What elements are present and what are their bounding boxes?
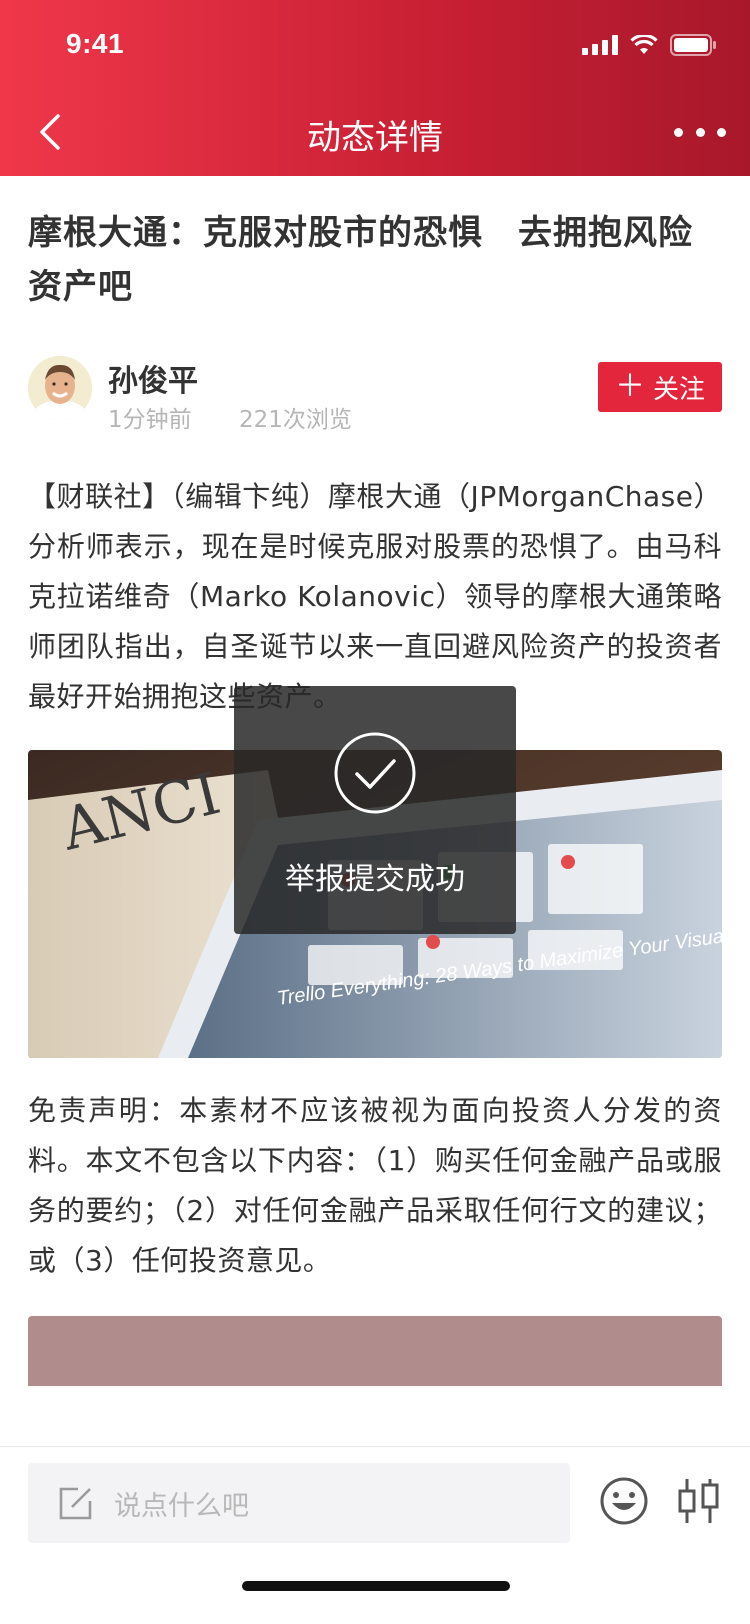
follow-button[interactable]: ＋ 关注: [598, 362, 722, 412]
home-indicator: [242, 1581, 510, 1591]
follow-label: 关注: [652, 374, 705, 405]
bottom-bar: 说点什么吧: [0, 1446, 750, 1624]
article-title: 摩根大通：克服对股市的恐惧 去拥抱风险资产吧: [28, 213, 693, 307]
page-title: 动态详情: [307, 118, 443, 158]
toast-report-success: 举报提交成功: [234, 686, 516, 934]
nav-bar: 动态详情: [0, 88, 750, 176]
status-time: 9:41: [66, 28, 125, 59]
avatar-image: [28, 356, 92, 420]
emoji-icon: [600, 1477, 648, 1525]
emoji-button[interactable]: [598, 1475, 650, 1527]
plus-icon: ＋: [614, 369, 645, 404]
more-dot: [674, 127, 683, 137]
more-options-button[interactable]: [674, 114, 726, 150]
status-icons: [582, 34, 716, 56]
edit-icon: [59, 1487, 92, 1520]
view-count: 221次浏览: [238, 407, 352, 433]
more-dot: [717, 127, 726, 137]
disclaimer: 免责声明：本素材不应该被视为面向投资人分发的资料。本文不包含以下内容：（1）购买…: [28, 1094, 722, 1277]
battery-icon: [670, 34, 716, 56]
author-row: 孙俊平 1分钟前 221次浏览 ＋ 关注: [28, 356, 722, 436]
status-bar: 9:41: [0, 0, 750, 88]
wifi-icon: [630, 35, 658, 54]
article-body: 【财联社】（编辑卞纯）摩根大通（JPMorganChase）分析师表示，现在是时…: [28, 480, 750, 713]
kline-button[interactable]: [676, 1475, 722, 1527]
comment-placeholder: 说点什么吧: [114, 1490, 249, 1522]
toast-text: 举报提交成功: [285, 862, 465, 897]
article-image-2[interactable]: [28, 1316, 722, 1386]
cellular-signal-icon: [582, 35, 618, 55]
app-header: 9:41 动态详情: [0, 0, 750, 176]
comment-input[interactable]: 说点什么吧: [28, 1463, 570, 1543]
author-meta: 1分钟前 221次浏览: [108, 400, 352, 434]
author-name[interactable]: 孙俊平: [108, 356, 198, 400]
more-dot: [695, 127, 705, 137]
post-time: 1分钟前: [108, 407, 192, 433]
avatar[interactable]: [28, 356, 92, 420]
candlestick-chart-icon: [678, 1479, 719, 1523]
checkmark-circle-icon: [334, 732, 416, 814]
